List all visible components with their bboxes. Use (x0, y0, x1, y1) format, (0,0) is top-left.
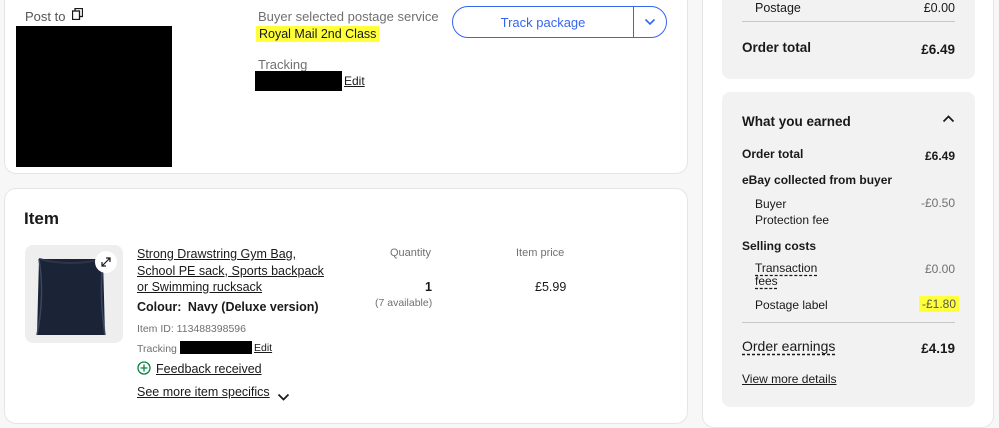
order-total-label: Order total (742, 40, 812, 55)
tracking-label: Tracking (258, 57, 308, 72)
colour-label: Colour: (137, 300, 182, 314)
redacted-address (16, 26, 172, 167)
item-tracking-label: Tracking (137, 343, 177, 355)
tracking-edit-link[interactable]: Edit (344, 74, 365, 88)
item-card: Item Strong Drawstring Gym Bag, School P… (4, 188, 688, 424)
bpf-line: Protection fee (755, 213, 830, 227)
copy-icon[interactable] (71, 7, 84, 25)
order-summary-panel: Postage £0.00 Order total £6.49 (722, 0, 975, 79)
order-earnings-label[interactable]: Order earnings (742, 338, 835, 354)
bpf-line: Buyer (755, 197, 787, 211)
item-title-link[interactable]: Strong Drawstring Gym Bag, School PE sac… (137, 246, 324, 296)
chevron-up-icon[interactable] (942, 110, 955, 128)
item-price-header: Item price (516, 247, 565, 259)
quantity-value: 1 (425, 280, 432, 294)
chevron-down-icon[interactable] (633, 7, 666, 37)
order-earnings-value: £4.19 (921, 341, 955, 356)
see-more-specifics-link[interactable]: See more item specifics (137, 385, 270, 399)
postage-service-label: Buyer selected postage service (258, 9, 439, 24)
earnings-order-total-value: £6.49 (924, 149, 955, 163)
earnings-order-total-label: Order total (742, 147, 804, 161)
track-package-label[interactable]: Track package (453, 7, 633, 37)
quantity-header: Quantity (390, 247, 431, 259)
item-price-value: £5.99 (535, 280, 567, 294)
feedback-received-link[interactable]: Feedback received (156, 362, 262, 376)
postage-service-value: Royal Mail 2nd Class (256, 26, 380, 42)
transaction-line[interactable]: fees (755, 275, 817, 288)
transaction-fees-label[interactable]: Transaction fees (755, 262, 817, 288)
earnings-panel: What you earned Order total £6.49 eBay c… (722, 92, 975, 407)
item-colour: Colour: Navy (Deluxe version) (137, 300, 319, 314)
postage-value: £0.00 (923, 1, 955, 15)
transaction-fees-value: £0.00 (924, 262, 955, 276)
selling-costs-label: Selling costs (742, 239, 817, 253)
post-to-label: Post to (25, 9, 66, 24)
buyer-protection-fee-value: -£0.50 (920, 196, 955, 210)
item-tracking-edit-link[interactable]: Edit (254, 342, 272, 354)
divider (742, 21, 955, 22)
item-title-line[interactable]: Strong Drawstring Gym Bag, (137, 246, 324, 263)
quantity-available: (7 available) (375, 297, 433, 309)
item-title-line[interactable]: School PE sack, Sports backpack (137, 263, 324, 280)
chevron-down-icon[interactable] (277, 389, 290, 407)
postage-label: Postage (755, 1, 801, 15)
postage-label-cost-label: Postage label (755, 298, 828, 312)
redacted-item-tracking (180, 341, 252, 354)
colour-value: Navy (Deluxe version) (187, 300, 319, 314)
buyer-protection-fee-label: Buyer Protection fee (755, 196, 829, 228)
divider (742, 322, 955, 323)
expand-image-icon[interactable] (95, 251, 117, 273)
collected-from-buyer-label: eBay collected from buyer (742, 173, 893, 187)
track-package-button[interactable]: Track package (452, 6, 667, 38)
feedback-icon (137, 361, 151, 380)
item-id: Item ID: 113488398596 (137, 323, 246, 335)
item-section-title: Item (24, 209, 59, 228)
redacted-tracking-number (255, 71, 342, 91)
view-more-details-link[interactable]: View more details (742, 372, 837, 386)
order-total-value: £6.49 (921, 42, 955, 57)
postage-label-cost-value: -£1.80 (918, 296, 959, 312)
earnings-title: What you earned (742, 114, 851, 129)
item-title-line[interactable]: or Swimming rucksack (137, 279, 324, 296)
